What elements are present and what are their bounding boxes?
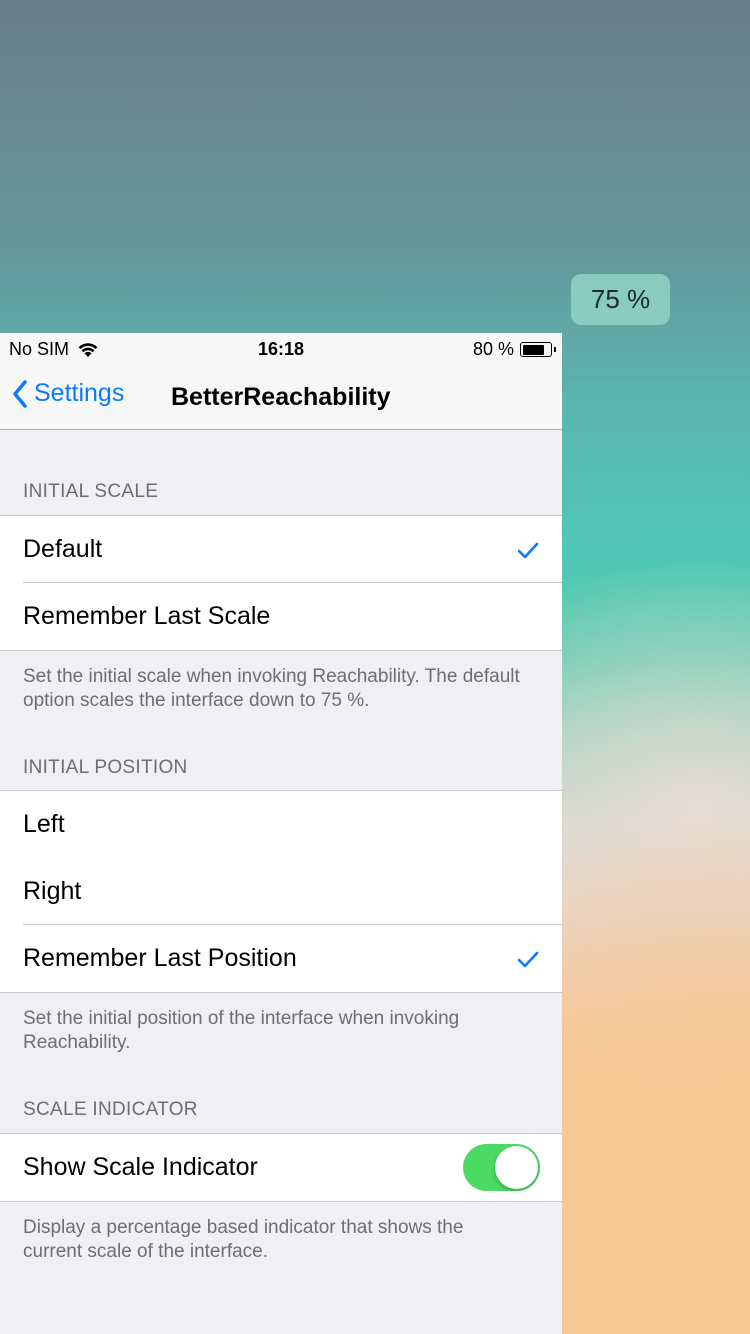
option-label: Remember Last Position [23,944,297,972]
option-right[interactable]: Right [0,858,562,925]
section-header-initial-position: INITIAL POSITION [23,757,188,778]
option-label: Remember Last Scale [23,602,271,630]
section-footer-scale-indicator: Display a percentage based indicator tha… [23,1217,464,1262]
status-bar: No SIM 16:18 80 % [0,333,562,365]
section-footer-initial-position: Set the initial position of the interfac… [23,1008,460,1053]
option-label: Left [23,810,65,838]
battery-level [522,344,545,355]
scale-indicator-badge: 75 % [571,274,670,325]
scale-indicator-group: Show Scale Indicator [0,1133,562,1202]
section-footer-initial-scale: Set the initial scale when invoking Reac… [23,666,520,711]
initial-scale-group: Default Remember Last Scale [0,515,562,651]
show-scale-indicator-toggle[interactable] [463,1144,540,1191]
option-left[interactable]: Left [0,791,562,858]
reachability-window: No SIM 16:18 80 % Settings BetterReachab… [0,333,562,1334]
toggle-knob [495,1146,538,1189]
back-button[interactable]: Settings [12,379,124,408]
section-header-initial-scale: INITIAL SCALE [23,481,159,502]
page-title: BetterReachability [171,383,391,411]
battery-icon [520,342,556,357]
back-label: Settings [34,379,125,407]
section-header-scale-indicator: SCALE INDICATOR [23,1099,198,1120]
navigation-bar: Settings BetterReachability [0,365,562,430]
checkmark-icon [517,951,539,968]
status-right: 80 % [472,339,556,360]
show-scale-indicator-row: Show Scale Indicator [0,1134,562,1201]
initial-position-group: Left Right Remember Last Position [0,790,562,993]
option-remember-last-position[interactable]: Remember Last Position [0,925,562,992]
battery-percent: 80 % [472,339,514,359]
option-label: Right [23,877,82,905]
option-label: Default [23,535,103,563]
option-default[interactable]: Default [0,516,562,583]
chevron-left-icon [13,379,27,408]
toggle-label: Show Scale Indicator [23,1153,258,1181]
option-remember-last-scale[interactable]: Remember Last Scale [0,583,562,650]
checkmark-icon [517,542,539,559]
